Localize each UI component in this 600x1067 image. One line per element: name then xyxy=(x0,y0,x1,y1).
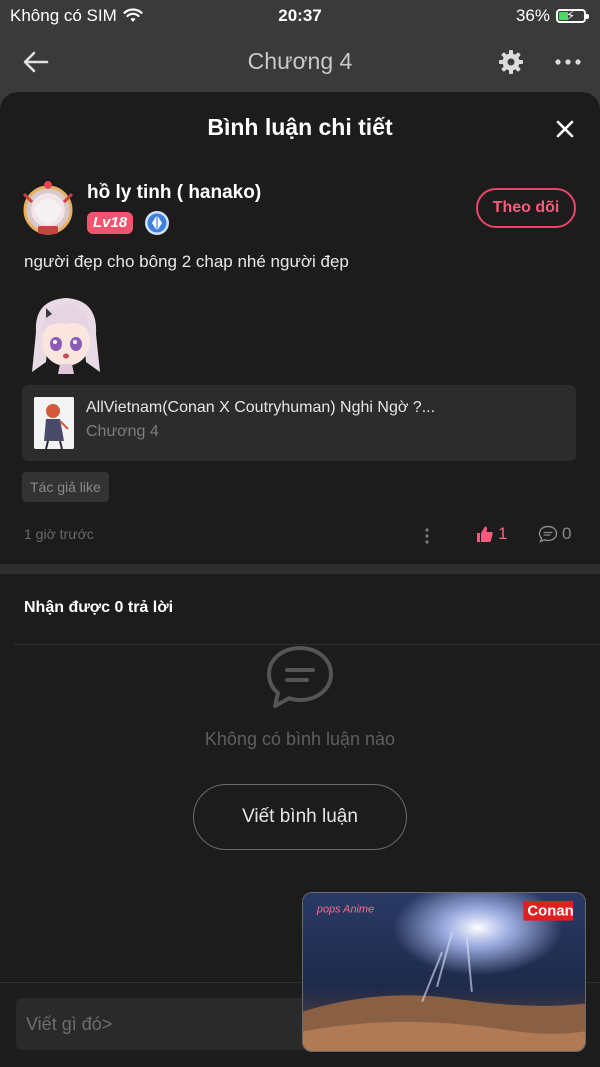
story-cover-thumbnail xyxy=(34,397,74,449)
avatar[interactable] xyxy=(20,180,76,236)
reply-count-button[interactable]: 0 xyxy=(538,523,571,545)
diamond-badge-icon xyxy=(145,211,169,235)
empty-state-text: Không có bình luận nào xyxy=(204,729,396,749)
battery-icon: ⚡ xyxy=(556,8,589,23)
comment-input[interactable] xyxy=(16,998,326,1050)
story-title: AllVietnam(Conan X Coutryhuman) Nghi Ngờ… xyxy=(86,399,436,416)
empty-comment-icon xyxy=(267,646,333,708)
level-badge: Lv18 xyxy=(87,212,134,234)
gear-icon[interactable] xyxy=(497,48,525,76)
comment-bubble-icon xyxy=(538,525,558,543)
comment-text: người đẹp cho bông 2 chap nhé người đẹp xyxy=(24,252,349,271)
comment-detail-sheet: Bình luận chi tiết hồ ly tinh ( hanako) … xyxy=(0,92,600,1067)
sheet-title: Bình luận chi tiết xyxy=(207,114,393,140)
anime-sticker-image xyxy=(32,298,100,374)
section-divider xyxy=(0,564,600,574)
comment-timestamp: 1 giờ trước xyxy=(24,526,94,542)
clock: 20:37 xyxy=(278,6,322,25)
follow-button[interactable]: Theo dõi xyxy=(476,188,576,228)
author-liked-tag: Tác giả like xyxy=(22,472,109,502)
story-card[interactable]: AllVietnam(Conan X Coutryhuman) Nghi Ngờ… xyxy=(22,385,576,461)
video-logo-left: pops Anime xyxy=(316,904,374,916)
replies-header: Nhận được 0 trả lời xyxy=(24,599,174,616)
like-count: 1 xyxy=(498,524,508,543)
status-bar: Không có SIM 20:37 36% ⚡ xyxy=(0,0,600,32)
like-button[interactable]: 1 xyxy=(476,523,507,545)
more-options-icon[interactable] xyxy=(553,48,583,76)
floating-video-player[interactable]: pops Anime Conan xyxy=(302,892,586,1052)
battery-percent: 36% xyxy=(515,6,550,25)
username[interactable]: hồ ly tinh ( hanako) xyxy=(87,182,261,204)
close-icon[interactable] xyxy=(552,116,578,142)
thumbs-up-icon xyxy=(477,526,493,542)
write-comment-button[interactable]: Viết bình luận xyxy=(193,784,407,850)
video-logo-right: Conan xyxy=(527,904,573,920)
story-chapter: Chương 4 xyxy=(86,423,159,440)
app-header: Chương 4 xyxy=(0,32,600,92)
reply-count: 0 xyxy=(562,524,572,543)
battery-status: 36% ⚡ xyxy=(515,6,589,26)
vertical-more-icon[interactable] xyxy=(420,526,434,546)
